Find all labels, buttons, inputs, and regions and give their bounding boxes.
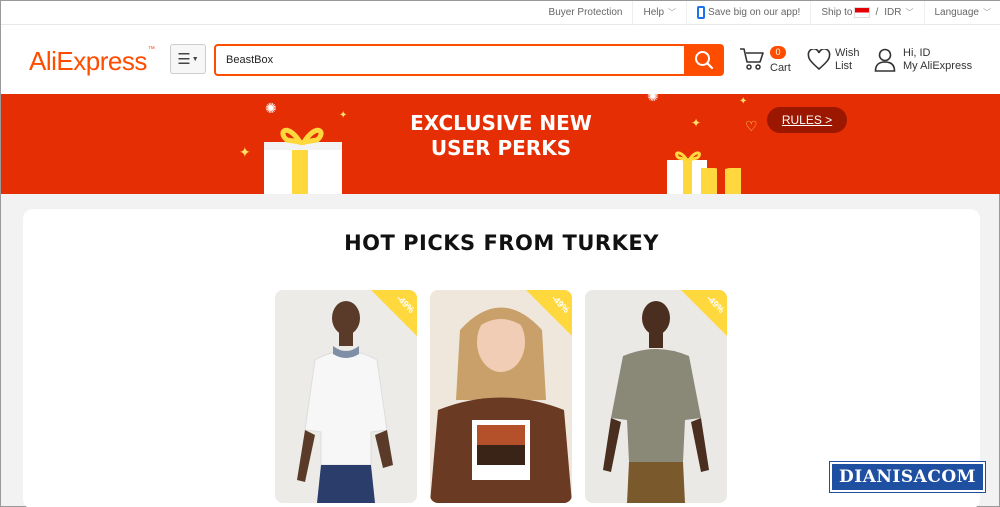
banner-title-line1: EXCLUSIVE NEW: [410, 111, 592, 135]
buyer-protection-label: Buyer Protection: [548, 7, 623, 18]
cart-icon: [740, 48, 764, 70]
ship-to-selector[interactable]: Ship to / IDR ﹀: [810, 0, 923, 25]
wish-label-line2: List: [835, 60, 853, 72]
app-promo-link[interactable]: Save big on our app!: [686, 0, 810, 25]
account-greeting: Hi, ID: [903, 47, 931, 59]
language-label: Language: [934, 7, 980, 18]
sparkle-icon: ✦: [239, 144, 251, 160]
product-card[interactable]: -49%: [430, 290, 572, 503]
chevron-down-icon: ﹀: [668, 8, 677, 17]
discount-label: -49%: [704, 293, 727, 315]
sparkle-icon: ✺: [265, 100, 277, 116]
sparkle-icon: ✦: [739, 96, 748, 107]
banner-title: EXCLUSIVE NEW USER PERKS: [401, 111, 601, 161]
ship-to-label: Ship to: [821, 7, 853, 18]
app-promo-label: Save big on our app!: [708, 7, 801, 18]
account-link[interactable]: Hi, ID My AliExpress: [874, 47, 972, 73]
logo-trademark: ™: [147, 46, 155, 53]
chevron-down-icon: ﹀: [983, 8, 991, 17]
heart-sparkle-icon: ♡: [745, 118, 758, 134]
product-image: [275, 290, 417, 503]
currency-label: IDR: [884, 7, 902, 18]
gift-box-icon: [667, 151, 741, 194]
categories-menu-button[interactable]: ☰ ▼: [170, 44, 206, 74]
account-label: My AliExpress: [903, 60, 973, 72]
search-input[interactable]: [214, 44, 684, 76]
cart-link[interactable]: 0 Cart: [739, 46, 791, 74]
phone-icon: [697, 6, 706, 19]
buyer-protection-link[interactable]: Buyer Protection: [539, 1, 633, 25]
section-title: HOT PICKS FROM TURKEY: [344, 231, 659, 255]
search-button[interactable]: [684, 44, 724, 76]
indonesia-flag-icon: [854, 7, 871, 18]
wish-label-line1: Wish: [835, 47, 860, 59]
sparkle-icon: ✦: [339, 110, 348, 121]
cart-count-badge: 0: [770, 46, 786, 59]
top-utility-bar: Buyer Protection Help ﹀ Save big on our a…: [1, 0, 1000, 25]
ship-separator: /: [875, 7, 879, 18]
caret-down-icon: ▼: [191, 55, 199, 63]
hamburger-icon: ☰: [177, 51, 191, 68]
product-image: [585, 290, 727, 503]
discount-label: -49%: [394, 293, 417, 315]
user-icon: [874, 48, 896, 72]
banner-title-line2: USER PERKS: [430, 136, 572, 160]
discount-label: -49%: [549, 293, 572, 315]
watermark-logo: DIANISACOM: [829, 461, 986, 493]
aliexpress-logo[interactable]: AliExpress™: [29, 46, 155, 77]
help-label: Help: [643, 7, 665, 18]
cart-label: Cart: [770, 62, 791, 74]
sparkle-icon: ✺: [647, 94, 659, 104]
help-menu[interactable]: Help ﹀: [632, 0, 686, 25]
language-menu[interactable]: Language ﹀: [923, 0, 1000, 25]
heart-icon: [807, 49, 831, 71]
main-header: AliExpress™ ☰▼ 0 Cart WishList Hi, IDMy …: [1, 25, 1000, 94]
rules-button[interactable]: RULES >: [767, 107, 847, 133]
chevron-down-icon: ﹀: [905, 8, 914, 17]
promo-banner[interactable]: ✦ ✺ ✦ EXCLUSIVE NEW USER PERKS ✺ ✦ ✦ ♡ R…: [1, 94, 1000, 194]
search-icon: [695, 51, 714, 70]
product-image: [430, 290, 572, 503]
logo-text: AliExpress: [29, 46, 147, 76]
product-card[interactable]: -49%: [585, 290, 727, 503]
product-card[interactable]: -49%: [275, 290, 417, 503]
gift-box-icon: [264, 127, 342, 194]
wish-list-link[interactable]: Wish List: [807, 47, 859, 73]
sparkle-icon: ✦: [691, 116, 702, 130]
